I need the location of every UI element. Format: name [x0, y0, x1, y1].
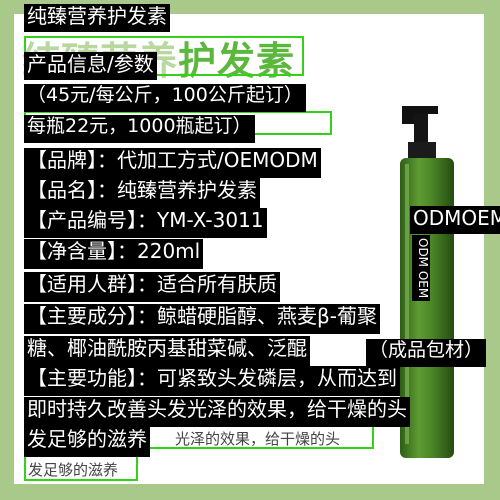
product-code-field: 【产品编号】：YM-X-3011	[24, 208, 267, 238]
bottle-label-horizontal: ODMOEM	[410, 206, 500, 234]
packaging-note: （成品包材）	[366, 339, 487, 367]
ingredients-line-1: 【主要成分】：鲸蜡硬脂醇、燕麦β-葡聚	[24, 304, 380, 334]
target-users-field: 【适用人群】：适合所有肤质	[24, 272, 280, 302]
functions-line-1: 【主要功能】：可紧致头发磷层，从而达到	[24, 366, 400, 396]
ingredients-line-2: 糖、椰油酰胺丙基甜菜碱、泛醌	[24, 336, 310, 366]
echo-text: 光泽的效果，给干燥的头	[175, 430, 341, 448]
brand-field: 【品牌】：代加工方式/OEMODM	[24, 148, 321, 178]
section-heading: 产品信息/参数	[24, 52, 157, 80]
net-content-field: 【净含量】：220ml	[24, 239, 204, 269]
echo-text-2: 发足够的滋养	[28, 461, 119, 479]
price-per-bottle: 每瓶22元，1000瓶起订）	[24, 115, 255, 143]
functions-line-2: 即时持久改善头发光泽的效果，给干燥的头	[24, 397, 410, 427]
functions-line-3: 发足够的滋养	[24, 427, 150, 457]
price-per-kg: （45元/每公斤，100公斤起订）	[24, 84, 306, 112]
product-name-field: 【品名】：纯臻营养护发素	[24, 178, 260, 208]
page-title: 纯臻营养护发素	[24, 4, 170, 32]
bottle-label-vertical: ODM OEM	[412, 235, 430, 302]
